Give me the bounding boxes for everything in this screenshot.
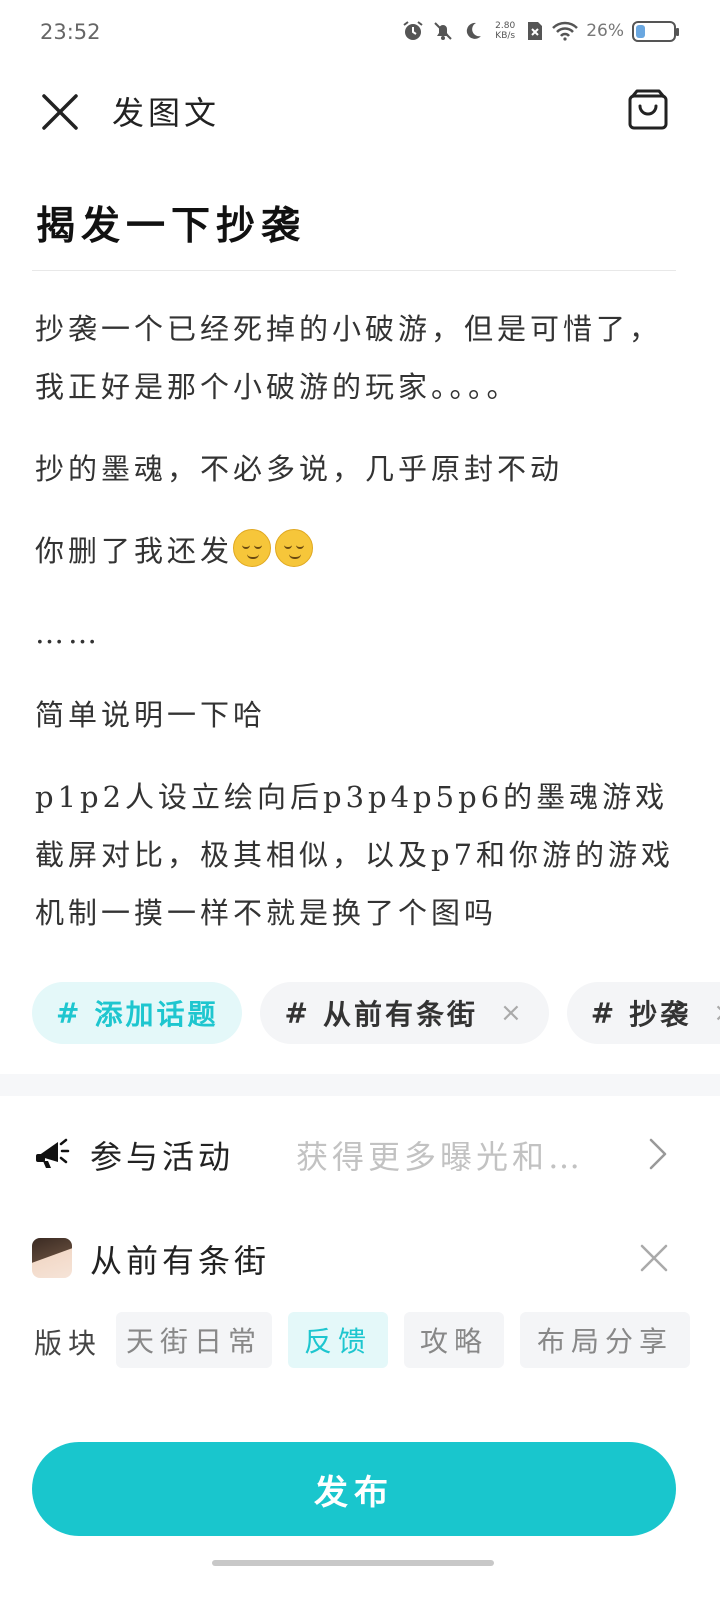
- status-bar: 23:52 2.80 KB/s 26%: [0, 0, 720, 70]
- wifi-icon: [552, 21, 579, 41]
- status-time: 23:52: [40, 20, 101, 44]
- add-topic-button[interactable]: # 添加话题: [32, 982, 243, 1044]
- remove-topic-icon[interactable]: ×: [713, 998, 720, 1028]
- circle-row: 从前有条街: [0, 1230, 720, 1290]
- page-title: 发图文: [112, 94, 221, 132]
- post-title-input[interactable]: 揭发一下抄袭: [36, 195, 306, 251]
- close-icon[interactable]: [38, 90, 82, 134]
- battery-percent: 26%: [586, 21, 624, 41]
- board-label: 版块: [34, 1327, 103, 1360]
- remove-topic-icon[interactable]: ×: [500, 998, 525, 1028]
- activity-label: 参与活动: [90, 1138, 235, 1176]
- home-indicator[interactable]: [212, 1560, 494, 1566]
- net-speed: 2.80 KB/s: [495, 21, 516, 41]
- remove-circle-icon[interactable]: [638, 1242, 670, 1274]
- body-paragraph-emoji: 你删了我还发: [35, 522, 675, 580]
- status-icons: 2.80 KB/s 26%: [402, 20, 679, 42]
- topic-chip[interactable]: # 抄袭 ×: [566, 982, 720, 1044]
- megaphone-icon: [36, 1138, 70, 1168]
- hash-icon: #: [590, 996, 618, 1030]
- board-row: 版块 天街日常 反馈 攻略 布局分享: [0, 1312, 720, 1368]
- relieved-face-emoji-icon: [275, 529, 314, 567]
- post-body-editor[interactable]: 抄袭一个已经死掉的小破游，但是可惜了，我正好是那个小破游的玩家。。。。 抄的墨魂…: [35, 300, 675, 966]
- add-topic-label: 添加话题: [94, 998, 219, 1031]
- mute-icon: [434, 22, 452, 40]
- relieved-face-emoji-icon: [233, 529, 272, 567]
- topic-label: 从前有条街: [322, 998, 478, 1031]
- join-activity-row[interactable]: 参与活动 获得更多曝光和…: [0, 1120, 720, 1186]
- alarm-icon: [403, 21, 423, 40]
- circle-avatar: [32, 1238, 72, 1278]
- header: 发图文: [0, 80, 720, 150]
- hash-icon: #: [56, 996, 83, 1030]
- topic-label: 抄袭: [629, 998, 692, 1031]
- divider: [32, 270, 676, 271]
- topic-row: # 添加话题 # 从前有条街 × # 抄袭 ×: [32, 982, 720, 1048]
- board-option-selected[interactable]: 反馈: [288, 1312, 388, 1368]
- body-paragraph: 抄袭一个已经死掉的小破游，但是可惜了，我正好是那个小破游的玩家。。。。: [35, 312, 663, 404]
- publish-button[interactable]: 发布: [32, 1442, 676, 1536]
- body-paragraph: ……: [35, 616, 101, 650]
- battery-fill: [636, 24, 645, 38]
- hash-icon: #: [284, 996, 311, 1030]
- topic-chip[interactable]: # 从前有条街 ×: [260, 982, 549, 1044]
- section-divider: [0, 1074, 720, 1096]
- board-option[interactable]: 布局分享: [520, 1312, 690, 1368]
- drafts-box-icon[interactable]: [626, 88, 670, 132]
- do-not-disturb-icon: [467, 22, 482, 39]
- activity-hint: 获得更多曝光和…: [296, 1138, 585, 1176]
- body-paragraph: p1p2人设立绘向后p3p4p5p6的墨魂游戏截屏对比，极其相似，以及p7和你游…: [35, 780, 675, 930]
- circle-name: 从前有条街: [90, 1242, 271, 1280]
- board-option[interactable]: 天街日常: [116, 1312, 272, 1368]
- battery-icon: [632, 20, 679, 42]
- body-paragraph: 简单说明一下哈: [35, 698, 267, 732]
- body-paragraph: 抄的墨魂，不必多说，几乎原封不动: [35, 452, 564, 486]
- chevron-right-icon: [649, 1138, 667, 1170]
- board-option[interactable]: 攻略: [404, 1312, 504, 1368]
- sim-off-icon: [528, 22, 543, 40]
